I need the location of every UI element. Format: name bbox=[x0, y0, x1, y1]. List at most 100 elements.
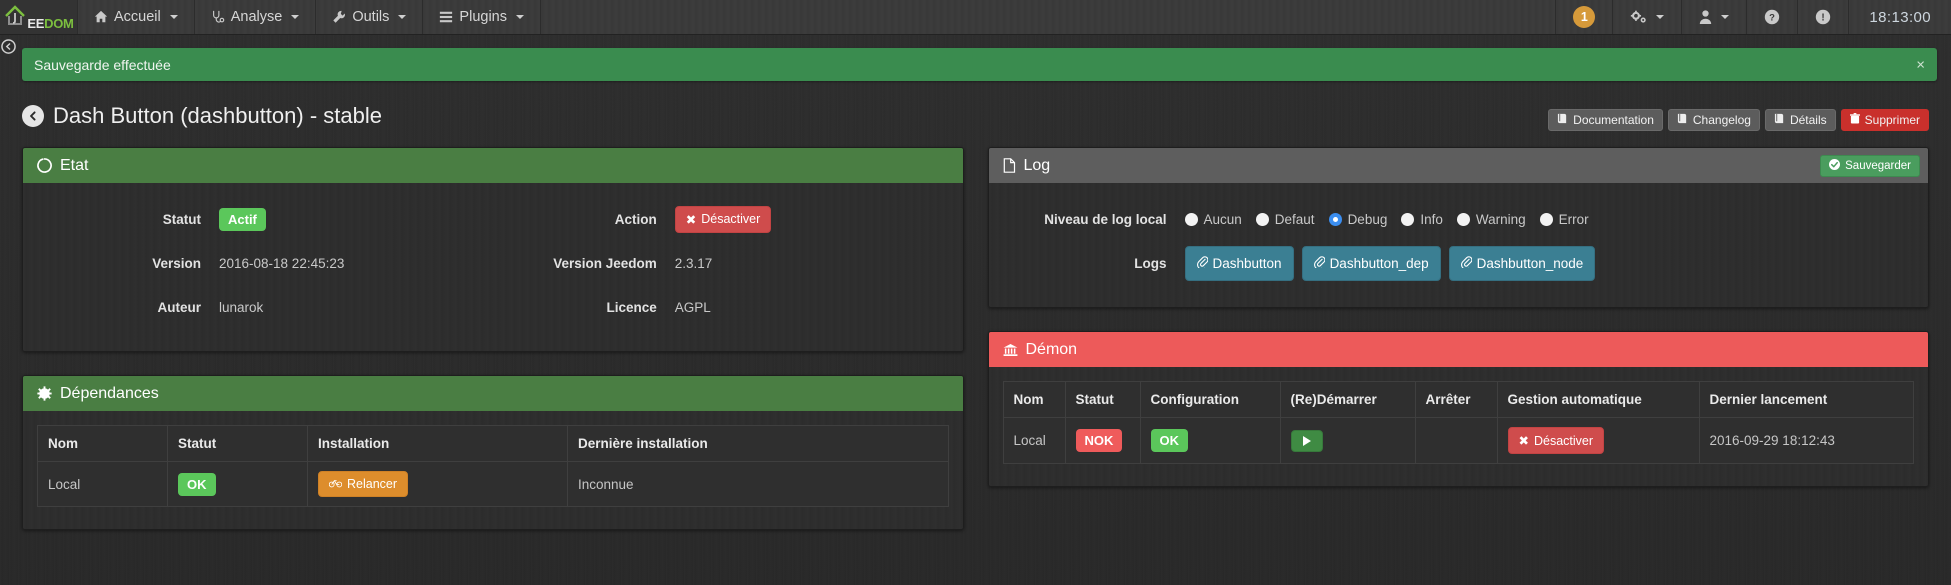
demon-table: Nom Statut Configuration (Re)Démarrer Ar… bbox=[1002, 381, 1914, 464]
changelog-button-label: Changelog bbox=[1692, 113, 1751, 127]
user-menu-button[interactable] bbox=[1681, 0, 1746, 34]
paperclip-icon bbox=[1196, 255, 1208, 271]
radio-warning[interactable]: Warning bbox=[1456, 211, 1526, 227]
cell-derniere-installation: Inconnue bbox=[567, 461, 948, 507]
radio-error[interactable]: Error bbox=[1539, 212, 1589, 227]
navbar-clock: 18:13:00 bbox=[1848, 0, 1951, 34]
demon-status-badge: NOK bbox=[1075, 429, 1123, 452]
nav-item-analyse[interactable]: Analyse bbox=[195, 0, 317, 34]
log-button-dashbutton-label: Dashbutton bbox=[1212, 255, 1282, 271]
log-button-dashbutton[interactable]: Dashbutton bbox=[1184, 245, 1294, 281]
log-sauvegarder-button[interactable]: Sauvegarder bbox=[1820, 154, 1920, 177]
log-button-dashbutton-node[interactable]: Dashbutton_node bbox=[1448, 245, 1596, 281]
log-files-row: Logs Dashbutton Dashbutton_dep Dashbutto… bbox=[1003, 241, 1915, 285]
radio-debug[interactable]: Debug bbox=[1328, 211, 1388, 227]
main-content-grid: Etat Statut Actif Action ✖ Désactiver Ve… bbox=[0, 137, 1951, 530]
panel-log-body: Niveau de log local Aucun Defaut Debug I… bbox=[988, 183, 1928, 307]
radio-info[interactable]: Info bbox=[1401, 212, 1443, 227]
nav-item-plugins[interactable]: Plugins bbox=[423, 0, 541, 34]
brand-logo[interactable]: EEDOM bbox=[0, 0, 78, 34]
circle-notch-icon bbox=[37, 158, 52, 173]
chevron-down-icon bbox=[291, 15, 300, 19]
panel-log-header: Log Sauvegarder bbox=[988, 148, 1928, 183]
panel-demon-body: Nom Statut Configuration (Re)Démarrer Ar… bbox=[988, 367, 1928, 486]
radio-dot-icon bbox=[1184, 212, 1198, 226]
nav-item-accueil-label: Accueil bbox=[114, 9, 161, 25]
nav-item-outils[interactable]: Outils bbox=[316, 0, 424, 34]
log-button-dashbutton-dep-label: Dashbutton_dep bbox=[1329, 255, 1429, 271]
panel-dependances-header: Dépendances bbox=[23, 376, 963, 411]
close-icon[interactable]: × bbox=[1916, 57, 1925, 72]
navbar-spacer bbox=[541, 0, 1555, 34]
play-icon bbox=[1302, 435, 1311, 446]
list-icon bbox=[439, 10, 453, 24]
relancer-button[interactable]: Relancer bbox=[318, 471, 409, 497]
radio-debug-label: Debug bbox=[1347, 211, 1388, 227]
radio-aucun[interactable]: Aucun bbox=[1184, 212, 1242, 227]
col-statut: Statut bbox=[1065, 381, 1141, 418]
etat-desactiver-label: Désactiver bbox=[701, 212, 761, 226]
col-dernier-lancement: Dernier lancement bbox=[1699, 381, 1914, 418]
file-icon bbox=[1003, 158, 1016, 173]
documentation-button[interactable]: Documentation bbox=[1548, 109, 1663, 131]
radio-info-label: Info bbox=[1420, 211, 1443, 227]
log-level-radio-group: Aucun Defaut Debug Info Warning Error bbox=[1184, 211, 1589, 227]
supprimer-button[interactable]: Supprimer bbox=[1840, 109, 1929, 131]
user-icon bbox=[1699, 10, 1712, 24]
svg-text:?: ? bbox=[1770, 13, 1776, 24]
changelog-button[interactable]: Changelog bbox=[1667, 109, 1760, 131]
cell-arreter bbox=[1415, 417, 1498, 464]
col-redemarrer: (Re)Démarrer bbox=[1280, 381, 1416, 418]
cog-icon bbox=[37, 386, 52, 401]
sidebar-toggle-button[interactable] bbox=[0, 39, 16, 56]
log-button-dashbutton-node-label: Dashbutton_node bbox=[1476, 255, 1584, 271]
etat-desactiver-button[interactable]: ✖ Désactiver bbox=[674, 205, 772, 233]
svg-text:!: ! bbox=[1822, 13, 1825, 24]
book-icon bbox=[1677, 113, 1688, 127]
radio-defaut-label: Defaut bbox=[1274, 211, 1315, 227]
info-button[interactable]: ! bbox=[1797, 0, 1848, 34]
col-arreter: Arrêter bbox=[1415, 381, 1498, 418]
nav-item-accueil[interactable]: Accueil bbox=[78, 0, 195, 34]
settings-menu-button[interactable] bbox=[1612, 0, 1681, 34]
trash-icon bbox=[1849, 113, 1860, 127]
dependances-table: Nom Statut Installation Dernière install… bbox=[37, 425, 949, 507]
radio-dot-icon bbox=[1456, 212, 1470, 226]
cell-installation: Relancer bbox=[307, 461, 568, 507]
nav-item-plugins-label: Plugins bbox=[459, 9, 507, 25]
table-row: Local OK Relancer Inconnue bbox=[37, 461, 948, 507]
panel-log-title: Log bbox=[1023, 156, 1051, 174]
table-row: Local NOK OK ✖ Désactiver 2016-09-29 18:… bbox=[1003, 417, 1914, 464]
help-button[interactable]: ? bbox=[1746, 0, 1797, 34]
table-header-row: Nom Statut Configuration (Re)Démarrer Ar… bbox=[1003, 381, 1914, 418]
log-button-dashbutton-dep[interactable]: Dashbutton_dep bbox=[1301, 245, 1441, 281]
arrow-circle-left-icon[interactable] bbox=[22, 105, 44, 127]
radio-defaut[interactable]: Defaut bbox=[1255, 211, 1315, 227]
etat-row-version: Version 2016-08-18 22:45:23 Version Jeed… bbox=[37, 241, 949, 285]
notification-badge-button[interactable]: 1 bbox=[1555, 0, 1612, 34]
etat-licence-label: Licence bbox=[606, 299, 657, 315]
page-header: Dash Button (dashbutton) - stable Docume… bbox=[22, 99, 1929, 133]
demon-start-button[interactable] bbox=[1290, 429, 1323, 452]
panel-demon: Démon Nom Statut Configuration (Re)Démar… bbox=[987, 331, 1929, 487]
chevron-down-icon bbox=[1721, 15, 1730, 19]
jeedom-house-logo-icon bbox=[3, 3, 27, 32]
left-column: Etat Statut Actif Action ✖ Désactiver Ve… bbox=[22, 147, 964, 530]
exclamation-circle-icon: ! bbox=[1815, 9, 1831, 25]
chevron-down-icon bbox=[1656, 15, 1665, 19]
etat-version-label: Version bbox=[152, 255, 201, 271]
cell-nom: Local bbox=[37, 461, 168, 507]
details-button[interactable]: Détails bbox=[1764, 109, 1836, 131]
etat-statut-label: Statut bbox=[162, 211, 201, 227]
etat-auteur-label: Auteur bbox=[157, 299, 202, 315]
chevron-down-icon bbox=[169, 15, 178, 19]
demon-desactiver-button[interactable]: ✖ Désactiver bbox=[1507, 427, 1605, 454]
gears-icon bbox=[1630, 10, 1647, 25]
panel-dependances: Dépendances Nom Statut Installation Dern… bbox=[22, 375, 964, 530]
col-nom: Nom bbox=[37, 425, 168, 462]
cell-statut: OK bbox=[167, 461, 308, 507]
log-files-label: Logs bbox=[1134, 255, 1167, 271]
page-action-buttons: Documentation Changelog Détails Supprime… bbox=[1548, 109, 1929, 131]
panel-dependances-title: Dépendances bbox=[60, 384, 159, 402]
radio-warning-label: Warning bbox=[1475, 211, 1526, 227]
